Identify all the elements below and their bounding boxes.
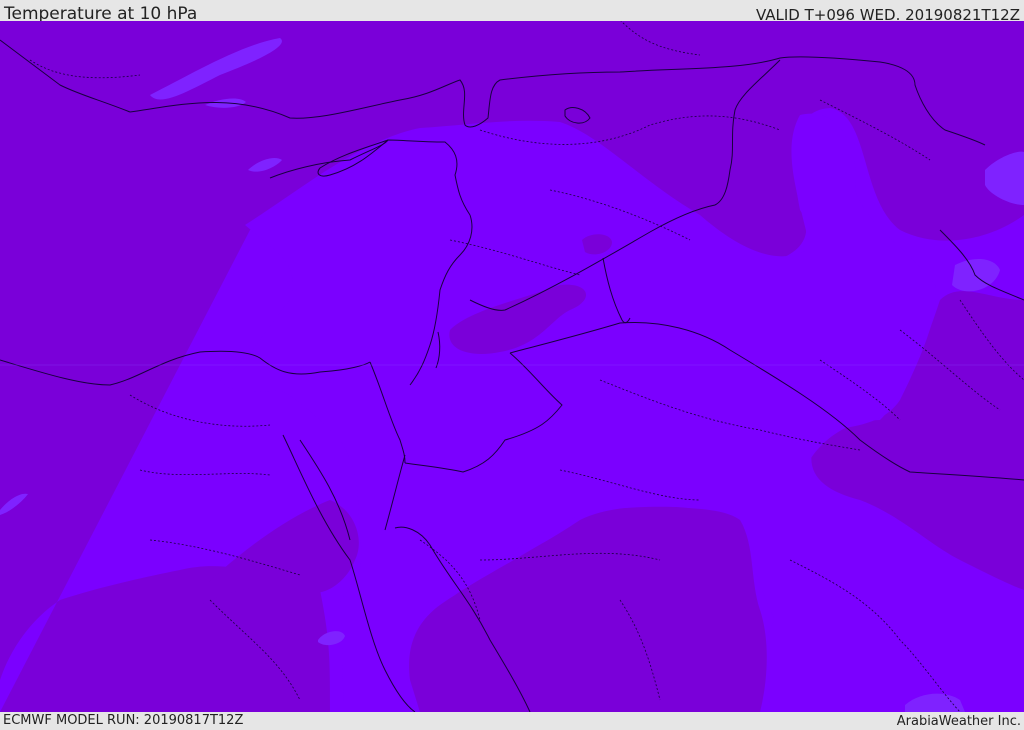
header-bar: Temperature at 10 hPa VALID T+096 WED. 2…	[0, 0, 1024, 24]
temperature-map[interactable]	[0, 21, 1024, 712]
credit: ArabiaWeather Inc.	[896, 714, 1021, 729]
model-run: ECMWF MODEL RUN: 20190817T12Z	[3, 713, 244, 728]
footer-bar: ECMWF MODEL RUN: 20190817T12Z ArabiaWeat…	[0, 712, 1024, 729]
